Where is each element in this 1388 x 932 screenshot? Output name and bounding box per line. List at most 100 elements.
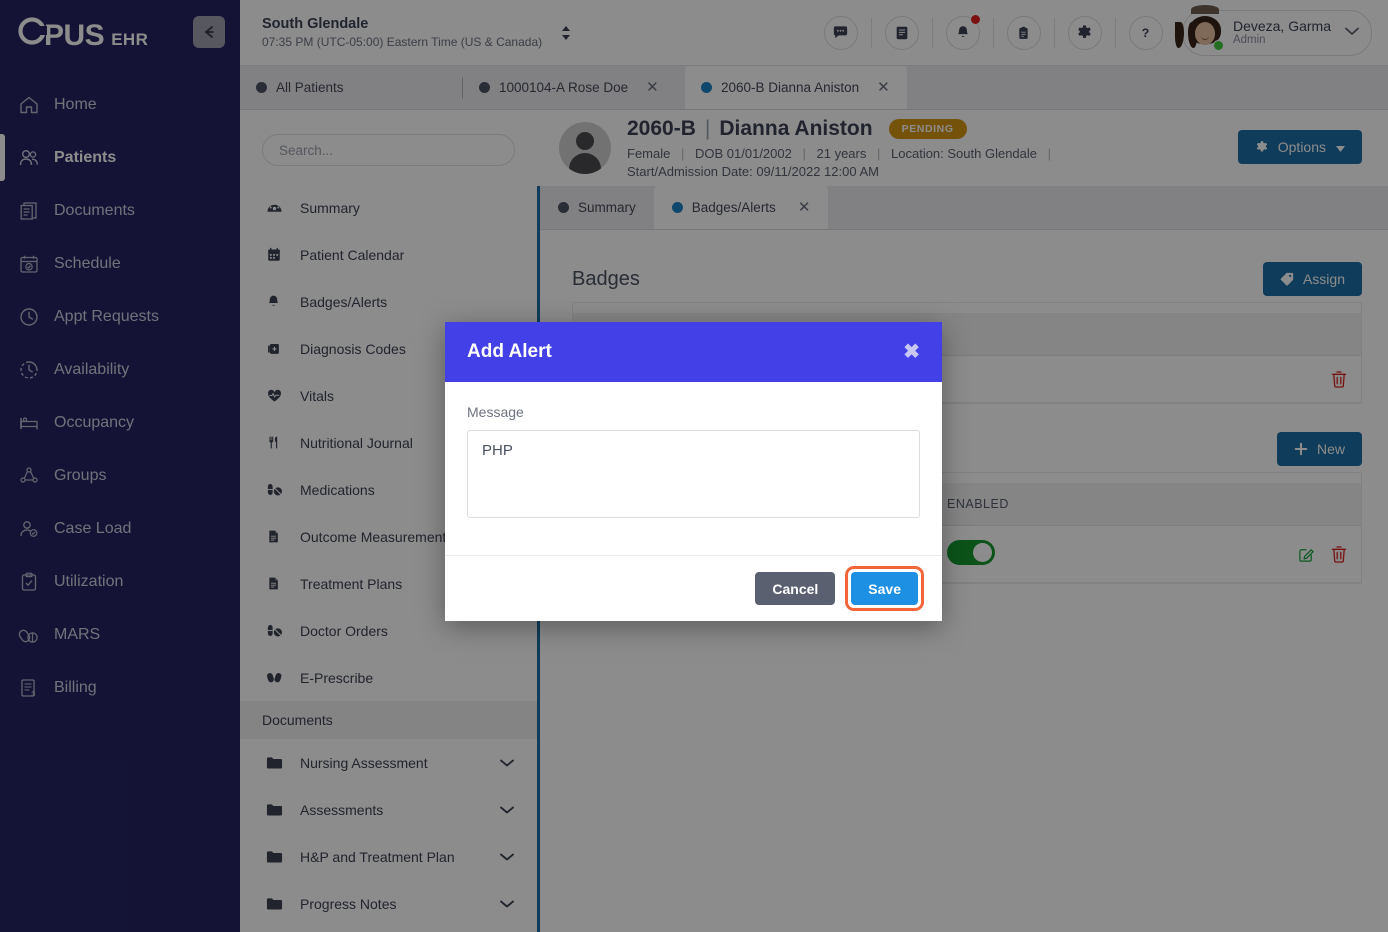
folder-label: Nursing Assessment [300,754,428,771]
tag-icon [1280,272,1294,286]
folder-icon [266,850,300,864]
sidebar-item-occupancy[interactable]: Occupancy [0,396,240,449]
tab-all-patients[interactable]: All Patients [240,65,462,109]
folder-label: H&P and Treatment Plan [300,848,455,865]
patient-nav-patient-calendar[interactable]: Patient Calendar [240,231,537,278]
tab-rose-doe[interactable]: 1000104-A Rose Doe ✕ [463,65,685,109]
search-input[interactable] [279,142,498,158]
bed-icon [18,412,54,434]
chevron-down-icon[interactable] [499,755,515,771]
sidebar-item-label: Appt Requests [54,307,159,325]
gear-icon [1255,140,1269,154]
options-button[interactable]: Options [1237,130,1362,164]
messages-icon[interactable] [823,15,858,50]
patient-nav-label: Diagnosis Codes [300,340,406,357]
close-icon[interactable]: ✕ [798,200,811,215]
modal-header: Add Alert ✖ [445,322,942,382]
medical-bag-icon [266,340,300,357]
sidebar-item-label: Occupancy [54,413,135,431]
sidebar-item-utilization[interactable]: Utilization [0,555,240,608]
tab-badges-alerts[interactable]: Badges/Alerts ✕ [653,185,829,229]
settings-icon[interactable] [1067,15,1102,50]
sidebar-item-patients[interactable]: Patients [0,131,240,184]
sidebar-item-availability[interactable]: Availability [0,343,240,396]
tab-dianna-aniston[interactable]: 2060-B Dianna Aniston ✕ [685,65,907,109]
close-icon[interactable]: ✕ [646,80,659,95]
close-icon[interactable]: ✕ [877,80,890,95]
chevron-down-icon[interactable] [1343,24,1361,42]
sidebar-item-groups[interactable]: Groups [0,449,240,502]
patient-name: Dianna Aniston [719,117,873,140]
notifications-icon[interactable] [945,13,981,50]
chevron-down-icon[interactable] [499,849,515,865]
sidebar-item-billing[interactable]: $ Billing [0,661,240,714]
tasks-icon[interactable] [1006,15,1041,50]
avatar [1174,4,1224,52]
sidebar-item-case-load[interactable]: Case Load [0,502,240,555]
folder-hp-and-treatment-plan[interactable]: H&P and Treatment Plan [240,833,537,880]
tab-dot-icon [256,81,267,93]
collapse-sidebar-button[interactable] [193,16,225,48]
sidebar-item-label: MARS [54,625,101,643]
tab-summary[interactable]: Summary [540,185,654,229]
patient-meta: 2060-B | Dianna Aniston PENDING Female |… [627,117,1058,179]
presence-indicator [1212,39,1224,51]
patient-avatar [559,122,611,174]
trash-icon[interactable] [1331,545,1347,564]
user-meta: Deveza, Garma Admin [1233,18,1331,47]
patient-id: 2060-B [627,117,696,140]
patient-header: 2060-B | Dianna Aniston PENDING Female |… [537,110,1388,186]
facility-selector[interactable]: South Glendale 07:35 PM (UTC-05:00) East… [240,15,542,51]
search-box[interactable] [262,134,515,166]
clipboard-check-icon [18,571,54,593]
tab-label: 2060-B Dianna Aniston [721,79,860,95]
patient-nav-e-prescribe[interactable]: E-Prescribe [240,654,537,701]
logo-o-icon [18,16,47,45]
clock-icon [18,306,54,328]
new-alert-button[interactable]: New [1276,432,1362,467]
close-icon[interactable]: ✖ [903,342,920,362]
page-title: Badges [572,267,640,290]
help-icon[interactable]: ? [1128,15,1163,50]
sidebar-item-mars[interactable]: MARS [0,608,240,661]
assign-badge-button[interactable]: Assign [1262,262,1362,296]
patient-nav-badges-alerts[interactable]: Badges/Alerts [240,278,537,325]
user-menu[interactable]: Deveza, Garma Admin [1174,4,1372,56]
save-button-highlight: Save [845,566,924,611]
enabled-toggle[interactable] [947,540,995,566]
caret-down-icon [1336,139,1345,155]
sidebar-item-appt-requests[interactable]: Appt Requests [0,290,240,343]
message-input[interactable] [467,430,920,518]
cell-actions [1291,355,1361,404]
top-header-bar: South Glendale 07:35 PM (UTC-05:00) East… [240,0,1388,66]
edit-icon[interactable] [1298,546,1315,563]
chevron-down-icon[interactable] [499,802,515,818]
sidebar-item-schedule[interactable]: Schedule [0,237,240,290]
chevron-down-icon[interactable] [499,896,515,912]
sidebar-item-label: Billing [54,678,97,696]
assign-label: Assign [1302,271,1345,287]
primary-nav-list: Home Patients Documents Schedule Appt Re… [0,78,240,714]
top-action-icons: ? Deveza, Garma Admin [815,4,1388,56]
modal-title: Add Alert [467,341,552,362]
sort-updown-icon[interactable] [560,24,572,42]
options-label: Options [1277,139,1326,155]
patient-nav-summary[interactable]: Summary [240,184,537,231]
facility-name: South Glendale [262,15,369,32]
trash-icon[interactable] [1331,370,1347,388]
notes-icon[interactable] [884,15,919,50]
sidebar-item-documents[interactable]: Documents [0,184,240,237]
folder-progress-notes[interactable]: Progress Notes [240,880,537,927]
column-enabled: ENABLED [933,483,1251,527]
utensils-icon [266,434,300,451]
dashboard-icon [266,199,300,216]
folder-label: Progress Notes [300,895,397,912]
patient-nav-label: E-Prescribe [300,669,374,686]
folder-nursing-assessment[interactable]: Nursing Assessment [240,739,537,786]
save-button[interactable]: Save [851,572,918,605]
cancel-button[interactable]: Cancel [755,572,836,605]
sidebar-item-home[interactable]: Home [0,78,240,131]
sidebar-item-label: Case Load [54,519,132,537]
folder-assessments[interactable]: Assessments [240,786,537,833]
home-icon [18,94,54,116]
